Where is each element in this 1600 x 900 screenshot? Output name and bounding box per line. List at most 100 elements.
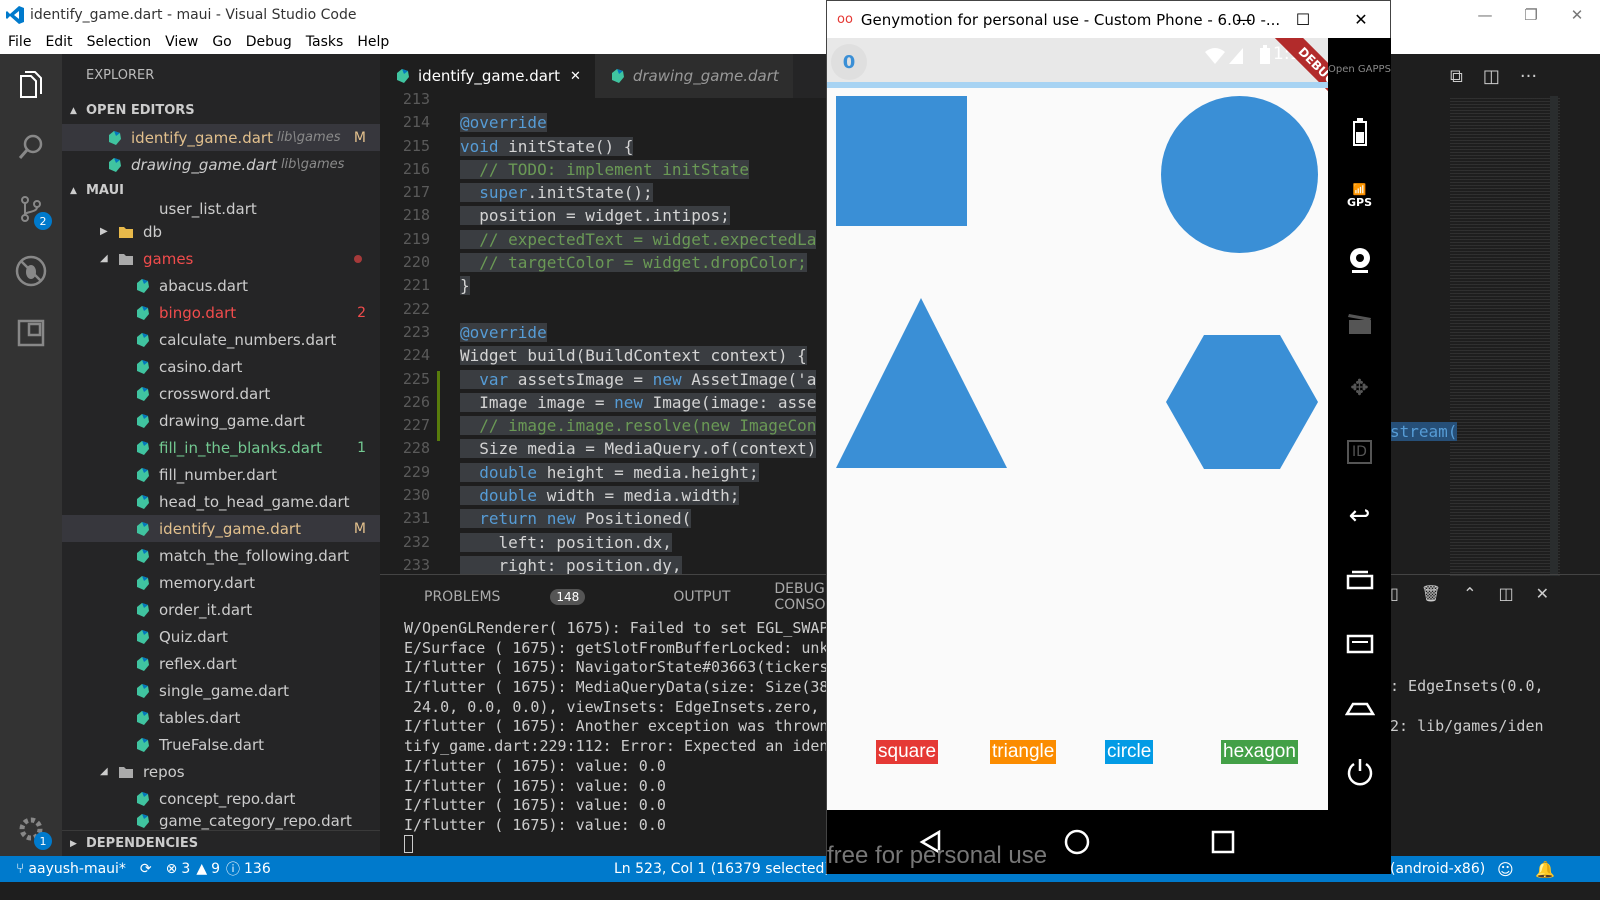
circle-shape[interactable] [1161, 96, 1318, 253]
menu-selection[interactable]: Selection [79, 30, 158, 54]
search-activity[interactable] [0, 116, 62, 178]
menu-debug[interactable]: Debug [238, 30, 298, 54]
menu-tasks[interactable]: Tasks [298, 30, 350, 54]
label-hexagon[interactable]: hexagon [1221, 740, 1298, 764]
file-name: memory.dart [159, 573, 256, 592]
bell-icon[interactable]: 🔔 [1535, 860, 1555, 879]
file-item[interactable]: abacus.dart [62, 272, 380, 299]
menu-go[interactable]: Go [204, 30, 237, 54]
menu-help[interactable]: Help [349, 30, 395, 54]
dependencies-section[interactable]: ▶ DEPENDENCIES [62, 830, 380, 856]
power-icon[interactable] [1328, 740, 1391, 804]
folder-db[interactable]: ▶ db [62, 218, 380, 245]
open-gapps-button[interactable]: Open GAPPS [1328, 38, 1391, 100]
triangle-shape[interactable] [836, 298, 1007, 470]
android-home-icon[interactable] [1328, 676, 1391, 740]
file-item[interactable]: fill_number.dart [62, 461, 380, 488]
folder-games[interactable]: ◢ games [62, 245, 380, 272]
scrollbar[interactable] [1550, 96, 1558, 576]
file-item[interactable]: TrueFalse.dart [62, 731, 380, 758]
file-item[interactable]: head_to_head_game.dart [62, 488, 380, 515]
smiley-icon[interactable]: ☺ [1497, 860, 1514, 879]
square-shape[interactable] [836, 96, 967, 226]
menu-view[interactable]: View [157, 30, 204, 54]
console-input-cursor[interactable] [404, 835, 413, 853]
code-editor[interactable]: identify_game.dart ✕ drawing_game.dart 2… [380, 54, 826, 577]
hexagon-shape[interactable] [1166, 335, 1318, 469]
line-number: 215 [402, 136, 430, 155]
android-back-icon[interactable]: ↩ [1328, 484, 1391, 548]
explorer-activity[interactable] [0, 54, 62, 116]
file-item[interactable]: game_category_repo.dart [62, 812, 380, 830]
tab-output[interactable]: OUTPUT [673, 589, 730, 605]
debug-activity[interactable] [0, 240, 62, 302]
folder-repos[interactable]: ◢ repos [62, 758, 380, 785]
minimize-icon[interactable]: — [1462, 0, 1508, 30]
split-panel-icon[interactable]: ▯ [1390, 584, 1399, 603]
file-item[interactable]: tables.dart [62, 704, 380, 731]
trash-icon[interactable]: 🗑 [1421, 584, 1441, 603]
battery-widget-icon[interactable] [1328, 100, 1391, 164]
sync-icon[interactable]: ⟳ [140, 861, 152, 877]
branch-name[interactable]: aayush-maui* [28, 861, 126, 877]
file-item[interactable]: reflex.dart [62, 650, 380, 677]
android-menu-icon[interactable] [1328, 612, 1391, 676]
open-editors-section[interactable]: ▲ OPEN EDITORS [62, 98, 380, 124]
split-editor-icon[interactable]: ◫ [1483, 66, 1500, 87]
file-item[interactable]: fill_in_the_blanks.dart 1 [62, 434, 380, 461]
restore-icon[interactable]: ❐ [1508, 0, 1554, 30]
warning-count[interactable]: 9 [211, 861, 220, 877]
open-editor-item[interactable]: drawing_game.dart lib\games [62, 151, 380, 178]
chevron-up-icon[interactable]: ⌃ [1463, 584, 1476, 603]
menu-edit[interactable]: Edit [37, 30, 78, 54]
file-item[interactable]: calculate_numbers.dart [62, 326, 380, 353]
file-item[interactable]: memory.dart [62, 569, 380, 596]
home-icon[interactable] [1064, 829, 1090, 855]
minimize-icon[interactable]: — [1215, 1, 1273, 38]
file-item[interactable]: crossword.dart [62, 380, 380, 407]
tab-problems[interactable]: PROBLEMS 148 [424, 589, 629, 605]
recents-icon[interactable] [1211, 830, 1235, 854]
error-count[interactable]: 3 [181, 861, 190, 877]
file-item[interactable]: order_it.dart [62, 596, 380, 623]
debug-console-output[interactable]: W/OpenGLRenderer( 1675): Failed to set E… [380, 619, 826, 836]
file-item[interactable]: user_list.dart [62, 200, 380, 218]
device-id-icon[interactable]: ID [1328, 420, 1391, 484]
close-tab-icon[interactable]: ✕ [570, 69, 581, 84]
webcam-icon[interactable] [1328, 228, 1391, 292]
more-actions-icon[interactable]: ··· [1520, 66, 1537, 87]
close-panel-icon[interactable]: ✕ [1536, 584, 1549, 603]
menu-file[interactable]: File [0, 30, 37, 54]
file-item[interactable]: concept_repo.dart [62, 785, 380, 812]
capture-icon[interactable] [1328, 292, 1391, 356]
gps-widget[interactable]: 📶 GPS [1328, 164, 1391, 228]
phone-screen[interactable]: 0 1:15 DEBUG square triangle circle hexa… [827, 38, 1328, 810]
label-circle[interactable]: circle [1105, 740, 1154, 764]
cursor-position[interactable]: Ln 523, Col 1 (16379 selected) [614, 861, 830, 877]
source-control-activity[interactable]: 2 [0, 178, 62, 240]
code-lines: @override void initState() { // TODO: im… [460, 88, 826, 577]
maximize-icon[interactable]: ☐ [1274, 1, 1332, 38]
label-triangle[interactable]: triangle [990, 740, 1057, 764]
panel-layout-icon[interactable]: ◫ [1499, 584, 1514, 603]
open-preview-icon[interactable]: ⧉ [1450, 66, 1463, 87]
file-item[interactable]: match_the_following.dart [62, 542, 380, 569]
file-item[interactable]: Quiz.dart [62, 623, 380, 650]
open-editor-item[interactable]: identify_game.dart lib\games M [62, 124, 380, 151]
file-item[interactable]: casino.dart [62, 353, 380, 380]
file-item[interactable]: drawing_game.dart [62, 407, 380, 434]
android-recents-icon[interactable] [1328, 548, 1391, 612]
extensions-activity[interactable] [0, 302, 62, 364]
code-line: double width = media.width; [460, 486, 740, 506]
info-count[interactable]: 136 [244, 861, 271, 877]
file-item[interactable]: bingo.dart 2 [62, 299, 380, 326]
file-item[interactable]: identify_game.dart M [62, 515, 380, 542]
dpad-icon[interactable]: ✥ [1328, 356, 1391, 420]
settings-activity[interactable]: 1 [0, 798, 62, 860]
close-icon[interactable]: ✕ [1332, 1, 1390, 38]
close-icon[interactable]: ✕ [1554, 0, 1600, 30]
label-square[interactable]: square [876, 740, 939, 764]
platform-label[interactable]: (android-x86) [1390, 861, 1485, 877]
minimap[interactable] [1450, 96, 1560, 576]
file-item[interactable]: single_game.dart [62, 677, 380, 704]
